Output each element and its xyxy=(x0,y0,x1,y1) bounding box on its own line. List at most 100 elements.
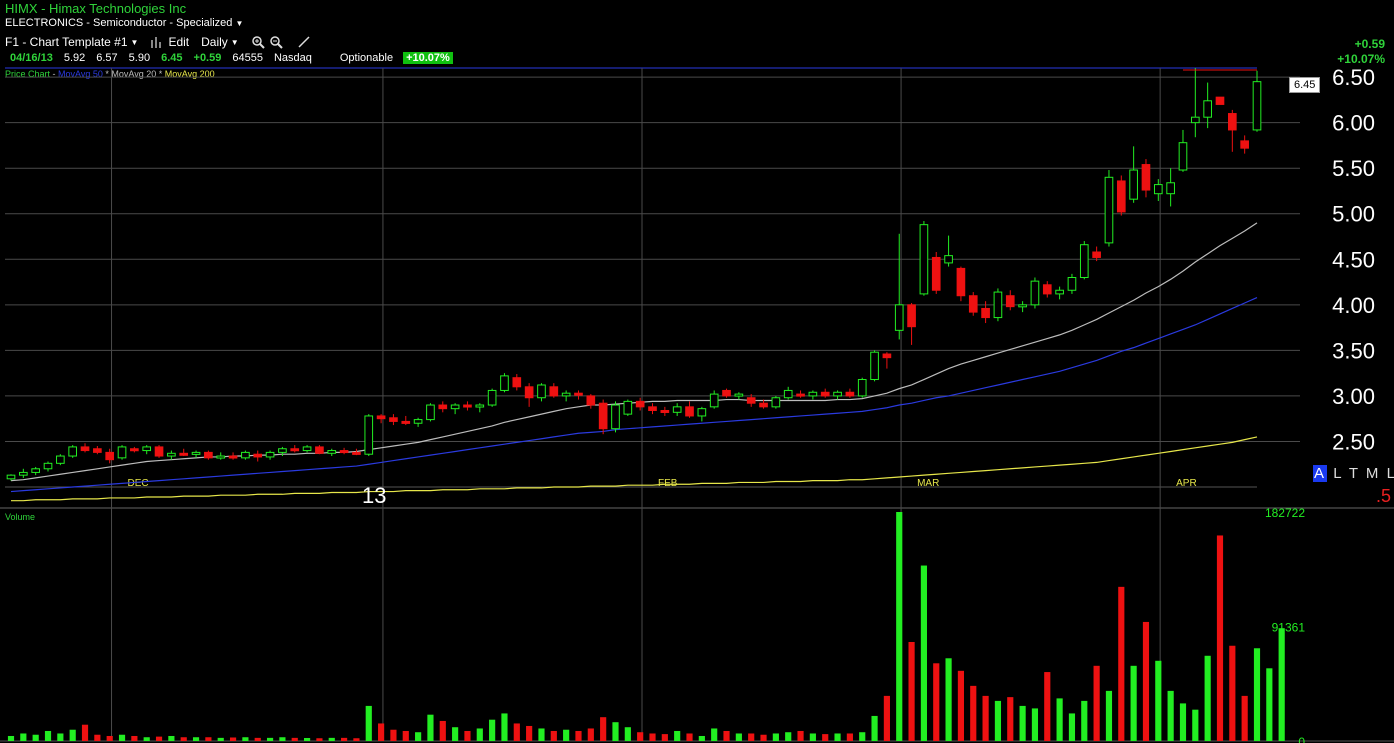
volume-bar xyxy=(279,737,286,741)
candle-body xyxy=(278,448,287,453)
volume-bar xyxy=(217,737,224,741)
volume-bar xyxy=(20,733,27,741)
volume-bar xyxy=(920,565,927,741)
candle-body xyxy=(389,417,398,422)
candle-body xyxy=(993,291,1003,319)
volume-bar xyxy=(563,729,570,741)
volume-bar xyxy=(439,720,446,741)
candle-body xyxy=(191,451,201,455)
candle-body xyxy=(463,404,472,408)
candle-body xyxy=(931,256,941,291)
price-tick-label: 5.00 xyxy=(1332,202,1375,227)
volume-bar xyxy=(945,658,952,741)
candle-body xyxy=(339,450,349,454)
price-tick-label: 5.50 xyxy=(1332,156,1375,181)
candle-body xyxy=(722,389,731,397)
candle-body xyxy=(142,446,152,452)
candle-body xyxy=(426,404,435,421)
candle-body xyxy=(734,393,744,397)
volume-bar xyxy=(600,717,607,741)
candle-body xyxy=(561,392,571,397)
volume-bar xyxy=(353,738,360,741)
volume-bar xyxy=(1192,709,1199,741)
candle-body xyxy=(265,451,275,458)
price-tick-label: 3.50 xyxy=(1332,338,1375,363)
volume-bar xyxy=(637,732,644,741)
volume-bar xyxy=(785,732,792,741)
candle-body xyxy=(1252,81,1262,131)
candle-body xyxy=(845,391,855,397)
candle-body xyxy=(660,409,670,413)
candle-body xyxy=(376,415,386,420)
candle-body xyxy=(130,448,139,452)
volume-bar xyxy=(896,512,903,741)
candle-body xyxy=(981,307,990,319)
volume-bar xyxy=(427,714,434,741)
candle-body xyxy=(820,391,830,397)
volume-bar xyxy=(1056,698,1063,741)
volume-bar xyxy=(1081,700,1088,741)
volume-bar xyxy=(415,732,422,741)
volume-bar xyxy=(365,705,372,741)
altml-rest[interactable]: L T M L xyxy=(1333,465,1394,482)
candle-body xyxy=(771,397,781,408)
volume-bar xyxy=(378,723,385,741)
volume-bar xyxy=(612,722,619,741)
volume-bar xyxy=(735,733,742,741)
candle-body xyxy=(1116,180,1126,213)
volume-bar xyxy=(476,728,483,741)
volume-bar xyxy=(587,728,594,741)
volume-bar xyxy=(772,733,779,741)
volume-bar xyxy=(131,735,138,741)
volume-tick-label: 0 xyxy=(1298,735,1305,743)
volume-bar xyxy=(57,733,64,741)
candle-body xyxy=(956,267,966,297)
candle-body xyxy=(253,453,263,458)
candle-body xyxy=(635,400,645,408)
candle-body xyxy=(968,295,978,313)
last-price-box: 6.45 xyxy=(1289,77,1321,93)
volume-bar xyxy=(711,728,718,741)
candle-body xyxy=(327,450,337,454)
candle-body xyxy=(882,353,892,359)
price-volume-chart[interactable]: 2.50 3.00 3.50 4.00 4.50 5.00 5.50 6.00 6.50 DEC F… xyxy=(0,0,1394,743)
candle-body xyxy=(105,451,115,461)
candle-body xyxy=(759,402,768,408)
volume-bar xyxy=(69,729,76,741)
red-note: .5 xyxy=(1376,486,1392,506)
candle-body xyxy=(919,224,929,295)
candle-body xyxy=(450,404,460,410)
candle-body xyxy=(364,415,374,455)
altml-active[interactable]: A xyxy=(1313,465,1328,482)
price-tick-label: 6.00 xyxy=(1332,111,1375,136)
candle-body xyxy=(783,389,793,399)
month-label: MAR xyxy=(917,478,939,489)
volume-bar xyxy=(1044,672,1051,741)
volume-bar xyxy=(538,728,545,741)
ma20-line xyxy=(10,222,1258,482)
candle-body xyxy=(117,446,127,459)
candle-body xyxy=(487,389,497,406)
volume-bar xyxy=(1093,665,1100,741)
volume-bar xyxy=(760,734,767,741)
volume-bar xyxy=(452,727,459,741)
candle-body xyxy=(475,404,485,408)
volume-bar xyxy=(822,734,829,741)
volume-bar xyxy=(328,737,335,741)
candle-body xyxy=(1178,142,1188,171)
candle-body xyxy=(6,474,16,480)
volume-bar xyxy=(550,730,557,741)
candle-body xyxy=(1129,169,1138,200)
altml-selector[interactable]: A L T M L xyxy=(1313,465,1394,482)
volume-bar xyxy=(513,723,520,741)
candle-body xyxy=(894,304,904,331)
candle-body xyxy=(315,446,324,454)
volume-bar xyxy=(575,730,582,741)
candle-body xyxy=(549,386,559,397)
candle-body xyxy=(709,393,719,408)
candle-body xyxy=(672,406,682,413)
volume-bar xyxy=(1130,665,1137,741)
candle-body xyxy=(1030,280,1040,306)
candle-body xyxy=(31,468,40,473)
volume-bar xyxy=(94,734,101,741)
